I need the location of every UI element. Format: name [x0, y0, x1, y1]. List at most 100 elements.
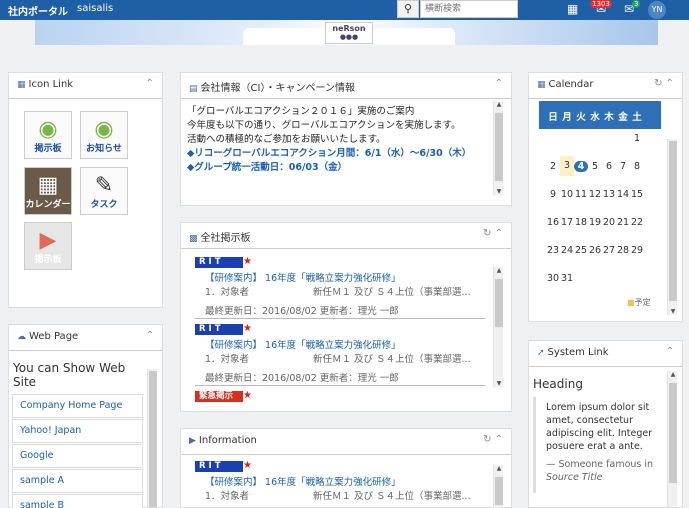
post-tag: 緊急掲示 — [195, 391, 243, 402]
calendar-day[interactable]: 16 — [546, 217, 560, 228]
link-sample-a[interactable]: sample A — [12, 469, 143, 493]
calendar-title: Calendar — [548, 79, 594, 90]
weekday-label: 日 — [548, 112, 558, 123]
post-body: 1．対象者 新任Ｍ１ 及び Ｓ４上位（事業部選... — [205, 287, 471, 298]
calendar-day[interactable]: 15 — [630, 189, 644, 200]
link-google[interactable]: Google — [12, 444, 143, 468]
calendar-day[interactable]: 14 — [616, 189, 630, 200]
search-input[interactable] — [420, 0, 518, 18]
post-title[interactable]: 【研修案内】 16年度「戦略立案力強化研修」 — [205, 270, 505, 284]
calendar-day[interactable]: 30 — [546, 273, 560, 284]
calendar-day[interactable]: 8 — [630, 161, 644, 172]
calendar-day[interactable]: 5 — [588, 161, 602, 172]
company-logo: neRson ●●● — [325, 22, 373, 44]
username[interactable]: saisalis — [77, 3, 113, 14]
refresh-collapse-icon[interactable]: ↻ ⌃ — [483, 228, 503, 239]
calendar-day[interactable]: 19 — [588, 217, 602, 228]
icon-link-label: 掲示板 — [34, 255, 62, 265]
search-icon: ⚲ — [403, 2, 413, 15]
icon-link-title: Icon Link — [28, 79, 74, 90]
refresh-collapse-icon[interactable]: ↻ ⌃ — [654, 78, 674, 89]
post-title[interactable]: 【研修案内】 16年度「戦略立案力強化研修」 — [205, 474, 505, 488]
calendar-day[interactable]: 24 — [560, 245, 574, 256]
weekday-label: 火 — [576, 112, 586, 123]
company-info-title: 会社情報（CI）・キャンペーン情報 — [200, 83, 355, 94]
post-tag: RIT — [195, 461, 243, 472]
notice-icon-link[interactable]: ◉ お知らせ — [80, 111, 128, 159]
system-link-heading: Heading — [533, 377, 583, 391]
calendar-day[interactable]: 26 — [588, 245, 602, 256]
calendar-day[interactable]: 27 — [602, 245, 616, 256]
calendar-day[interactable]: 22 — [630, 217, 644, 228]
campaign-bullet[interactable]: ◆グループ統一活動日：06/03（金） — [187, 161, 492, 175]
header-banner: neRson ●●● — [35, 20, 658, 45]
pin-icon: ➚ — [537, 348, 545, 358]
quote-text: Lorem ipsum dolor sit amet, consectetur … — [546, 402, 653, 452]
bulletin-post[interactable]: RIT ★ 【研修案内】 16年度「戦略立案力強化研修」 1．対象者 新任Ｍ１ 及び… — [195, 323, 505, 384]
bell-icon[interactable]: ✉ 3 — [624, 0, 641, 16]
star-icon: ★ — [243, 256, 252, 267]
link-yahoo[interactable]: Yahoo! Japan — [12, 419, 143, 443]
bulletin-post[interactable]: 緊急掲示 ★ — [195, 390, 505, 402]
system-link-scrollbar[interactable]: ▲ — [667, 371, 677, 507]
calendar-day[interactable]: 7 — [616, 161, 630, 172]
system-link-header: ➚ System Link ⌃ — [529, 341, 682, 367]
link-sample-b[interactable]: sample B — [12, 494, 143, 508]
calendar-day[interactable]: 17 — [560, 217, 574, 228]
company-info-body: 「グローバルエコアクション２０１６」実施のご案内 今年度も以下の通り、グローバル… — [187, 105, 492, 175]
calendar-day[interactable]: 11 — [574, 189, 588, 200]
collapse-chevron-icon[interactable]: ⌃ — [495, 78, 503, 89]
weekday-label: 金 — [618, 112, 628, 123]
information-post[interactable]: RIT ★ 【研修案内】 16年度「戦略立案力強化研修」 1．対象者 新任Ｍ１ 及び… — [195, 460, 505, 502]
calendar-day[interactable]: 9 — [546, 189, 560, 200]
calendar-day[interactable]: 2 — [546, 161, 560, 172]
refresh-collapse-icon[interactable]: ↻ ⌃ — [483, 434, 503, 445]
system-link-quote: Lorem ipsum dolor sit amet, consectetur … — [533, 397, 661, 493]
task-icon: ✎ — [94, 173, 114, 198]
calendar-day[interactable]: 25 — [574, 245, 588, 256]
campaign-text: 活動への積極的なご参加をお願いいたします。 — [187, 134, 386, 145]
megaphone-icon-link[interactable]: ▶ 掲示板 — [24, 222, 72, 270]
calendar-day[interactable]: 3 — [560, 156, 574, 176]
calendar-day[interactable]: 6 — [602, 161, 616, 172]
calendar-day[interactable]: 20 — [602, 217, 616, 228]
web-page-heading: You can Show Web Site — [13, 361, 126, 389]
calendar-day[interactable]: 12 — [588, 189, 602, 200]
collapse-chevron-icon[interactable]: ⌃ — [146, 330, 154, 341]
calendar-day[interactable]: 13 — [602, 189, 616, 200]
banner-tab-right — [373, 28, 455, 45]
grid-icon: ▦ — [17, 80, 26, 90]
portal-title[interactable]: 社内ポータル — [8, 3, 68, 18]
post-divider — [195, 385, 485, 386]
avatar[interactable]: YN — [648, 1, 666, 19]
quote-cite: — Someone famous in Source Title — [546, 459, 654, 483]
star-icon: ★ — [243, 323, 252, 334]
collapse-chevron-icon[interactable]: ⌃ — [146, 78, 154, 89]
mail-icon[interactable]: ✉ 1303 — [590, 0, 612, 16]
calendar-day[interactable]: 10 — [560, 189, 574, 200]
star-icon: ★ — [243, 460, 252, 471]
company-info-scrollbar[interactable]: ▲ ▼ — [493, 101, 503, 195]
task-icon-link[interactable]: ✎ タスク — [80, 167, 128, 215]
calendar-day[interactable]: 28 — [616, 245, 630, 256]
calendar-day[interactable]: 29 — [630, 245, 644, 256]
collapse-chevron-icon[interactable]: ⌃ — [666, 346, 674, 357]
company-info-panel: ▤ 会社情報（CI）・キャンペーン情報 ⌃ 「グローバルエコアクション２０１６」実施… — [180, 72, 512, 206]
search-button[interactable]: ⚲ — [397, 0, 419, 18]
link-company-home[interactable]: Company Home Page — [12, 394, 143, 418]
calendar-day[interactable]: 23 — [546, 245, 560, 256]
bulletin-icon-link[interactable]: ◉ 掲示板 — [24, 111, 72, 159]
calendar-icon-link[interactable]: ▦ カレンダー — [24, 167, 72, 215]
calendar-day[interactable]: 18 — [574, 217, 588, 228]
web-page-scrollbar[interactable] — [147, 369, 157, 507]
grid-menu-icon[interactable]: ▦ — [567, 2, 578, 16]
post-title[interactable]: 【研修案内】 16年度「戦略立案力強化研修」 — [205, 337, 505, 351]
calendar-day[interactable]: 31 — [560, 273, 574, 284]
megaphone-icon: ▶ — [39, 228, 57, 253]
campaign-bullet[interactable]: ◆リコーグローバルエコアクション月間：6/1（水）～6/30（木） — [187, 147, 492, 161]
calendar-day[interactable]: 21 — [616, 217, 630, 228]
calendar-scrollbar[interactable]: ▼ — [667, 139, 677, 315]
bulletin-post[interactable]: RIT ★ 【研修案内】 16年度「戦略立案力強化研修」 1．対象者 新任Ｍ１ 及び… — [195, 256, 505, 317]
calendar-day[interactable]: 1 — [630, 133, 644, 144]
calendar-day[interactable]: 4 — [574, 161, 588, 172]
